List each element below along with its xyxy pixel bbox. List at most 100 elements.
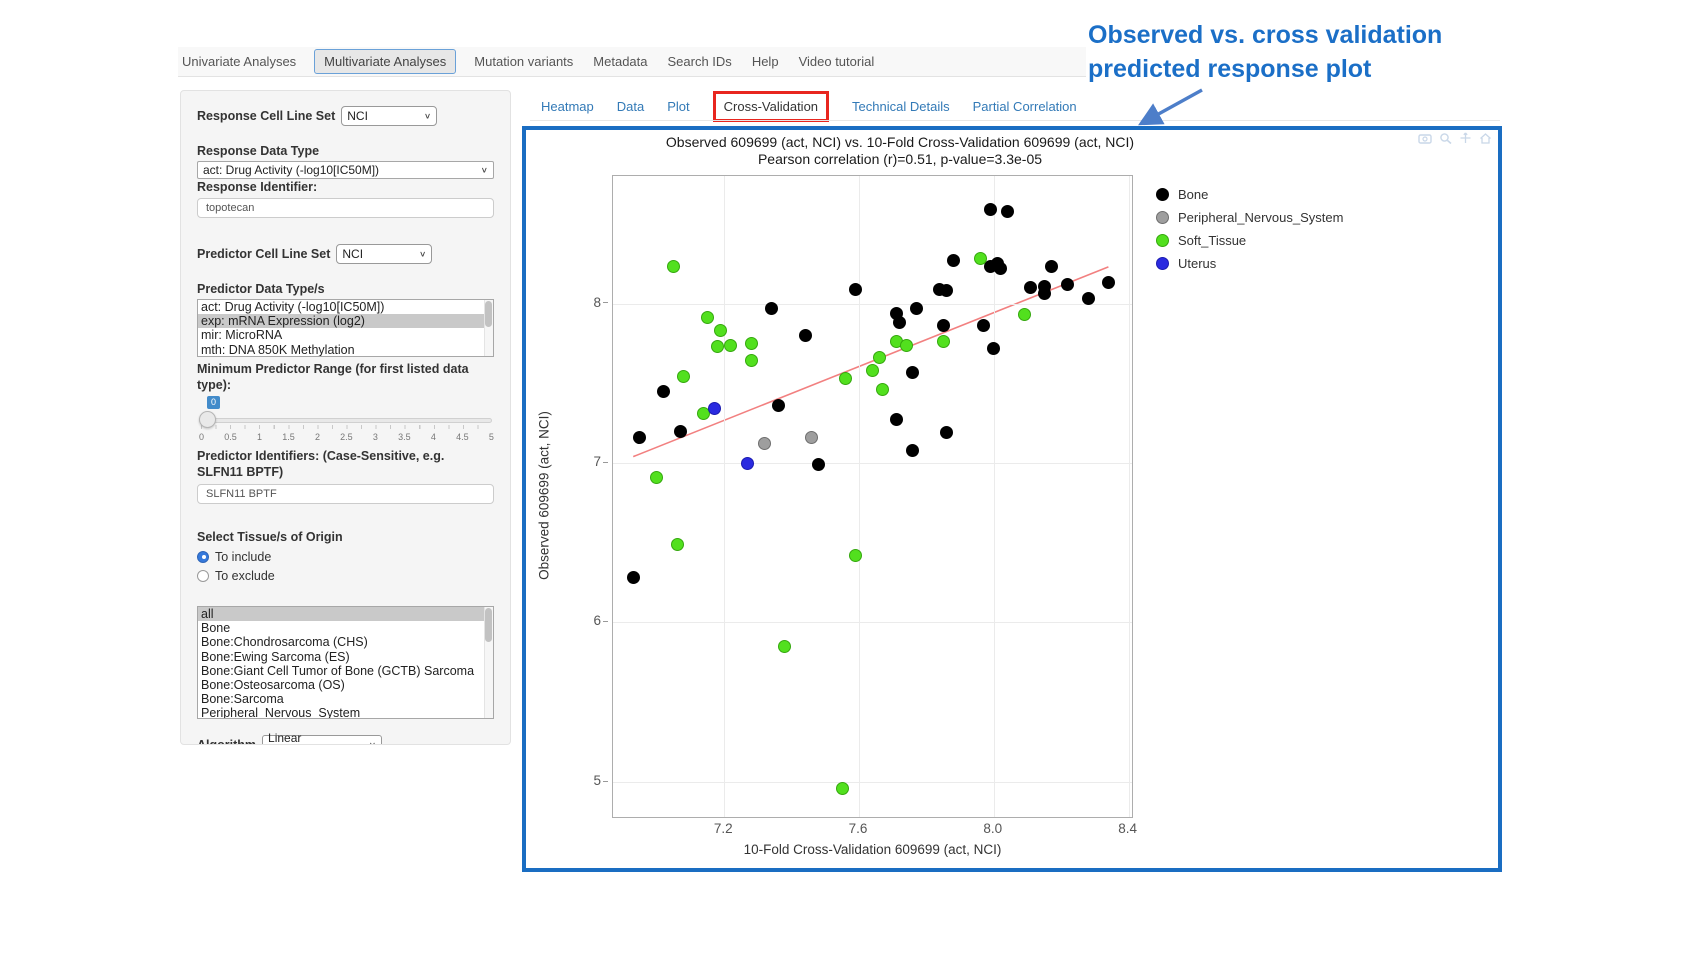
tissue-option-bone-giant-cell-tumor-of-bone-gctb-sarcoma[interactable]: Bone:Giant Cell Tumor of Bone (GCTB) Sar… bbox=[198, 664, 493, 678]
data-point-bone[interactable] bbox=[657, 385, 670, 398]
data-point-soft-tissue[interactable] bbox=[724, 339, 737, 352]
top-navigation: Univariate Analyses Multivariate Analyses… bbox=[178, 47, 1086, 77]
slider-handle[interactable] bbox=[199, 411, 216, 428]
data-point-bone[interactable] bbox=[772, 399, 785, 412]
nav-tab-video-tutorial[interactable]: Video tutorial bbox=[797, 50, 877, 73]
tab-plot[interactable]: Plot bbox=[667, 94, 689, 119]
response-data-type-select[interactable]: act: Drug Activity (-log10[IC50M]) ∨ bbox=[197, 161, 494, 179]
tab-heatmap[interactable]: Heatmap bbox=[541, 94, 594, 119]
tissue-option-bone-ewing-sarcoma-es[interactable]: Bone:Ewing Sarcoma (ES) bbox=[198, 650, 493, 664]
scrollbar[interactable] bbox=[484, 607, 493, 718]
legend-label: Soft_Tissue bbox=[1178, 233, 1246, 248]
response-cell-line-set-value: NCI bbox=[347, 109, 368, 123]
tab-cross-validation[interactable]: Cross-Validation bbox=[713, 91, 829, 122]
tissue-option-bone-sarcoma[interactable]: Bone:Sarcoma bbox=[198, 692, 493, 706]
radio-to-include[interactable]: To include bbox=[197, 547, 494, 566]
data-point-bone[interactable] bbox=[910, 302, 923, 315]
data-point-bone[interactable] bbox=[906, 366, 919, 379]
response-data-type-value: act: Drug Activity (-log10[IC50M]) bbox=[203, 163, 379, 177]
tissue-option-bone-chondrosarcoma-chs[interactable]: Bone:Chondrosarcoma (CHS) bbox=[198, 635, 493, 649]
nav-tab-univariate-analyses[interactable]: Univariate Analyses bbox=[180, 50, 298, 73]
predictor-identifiers-label: Predictor Identifiers: (Case-Sensitive, … bbox=[197, 448, 487, 480]
plot-area[interactable] bbox=[612, 175, 1133, 818]
data-point-bone[interactable] bbox=[890, 413, 903, 426]
data-point-soft-tissue[interactable] bbox=[745, 337, 758, 350]
scrollbar-thumb[interactable] bbox=[485, 301, 492, 327]
predictor-data-type-option-act-drug-activity-log10-ic50m[interactable]: act: Drug Activity (-log10[IC50M]) bbox=[198, 300, 493, 314]
data-point-bone[interactable] bbox=[1045, 260, 1058, 273]
tissue-option-bone-osteosarcoma-os[interactable]: Bone:Osteosarcoma (OS) bbox=[198, 678, 493, 692]
gridline-horizontal bbox=[613, 304, 1132, 305]
data-point-soft-tissue[interactable] bbox=[711, 340, 724, 353]
scrollbar-thumb[interactable] bbox=[485, 608, 492, 642]
camera-icon[interactable] bbox=[1418, 132, 1432, 144]
tissue-option-bone[interactable]: Bone bbox=[198, 621, 493, 635]
slider-track[interactable] bbox=[199, 418, 492, 423]
response-cell-line-set-select[interactable]: NCI ∨ bbox=[341, 106, 437, 126]
nav-tab-metadata[interactable]: Metadata bbox=[591, 50, 649, 73]
data-point-soft-tissue[interactable] bbox=[671, 538, 684, 551]
tissue-option-all[interactable]: all bbox=[198, 607, 493, 621]
pan-icon[interactable] bbox=[1459, 132, 1472, 144]
legend-marker-icon bbox=[1156, 234, 1169, 247]
home-icon[interactable] bbox=[1479, 132, 1492, 144]
nav-tab-help[interactable]: Help bbox=[750, 50, 781, 73]
data-point-bone[interactable] bbox=[984, 203, 997, 216]
radio-to-exclude[interactable]: To exclude bbox=[197, 566, 494, 585]
data-point-soft-tissue[interactable] bbox=[900, 339, 913, 352]
app-root: Univariate Analyses Multivariate Analyses… bbox=[0, 0, 1700, 956]
radio-button-icon[interactable] bbox=[197, 570, 209, 582]
zoom-icon[interactable] bbox=[1439, 132, 1452, 144]
predictor-data-type-option-exp-mrna-expression-log2[interactable]: exp: mRNA Expression (log2) bbox=[198, 314, 493, 328]
slider-tick-labels: 00.511.522.533.544.55 bbox=[199, 432, 494, 442]
tissue-origin-list[interactable]: allBoneBone:Chondrosarcoma (CHS)Bone:Ewi… bbox=[197, 606, 494, 719]
data-point-soft-tissue[interactable] bbox=[1018, 308, 1031, 321]
algorithm-select[interactable]: Linear Regression ∨ bbox=[262, 735, 382, 745]
legend-item-bone: Bone bbox=[1156, 183, 1343, 206]
predictor-data-type-option-mth-dna-850k-methylation[interactable]: mth: DNA 850K Methylation bbox=[198, 343, 493, 357]
response-data-type-label: Response Data Type bbox=[197, 143, 494, 159]
tab-partial-correlation[interactable]: Partial Correlation bbox=[973, 94, 1077, 119]
tab-data[interactable]: Data bbox=[617, 94, 644, 119]
data-point-bone[interactable] bbox=[799, 329, 812, 342]
min-predictor-range-slider[interactable]: 0 00.511.522.533.544.55 bbox=[197, 396, 494, 442]
predictor-cell-line-set-select[interactable]: NCI ∨ bbox=[336, 244, 432, 264]
min-predictor-range-label: Minimum Predictor Range (for first liste… bbox=[197, 361, 477, 393]
data-point-bone[interactable] bbox=[849, 283, 862, 296]
gridline-horizontal bbox=[613, 782, 1132, 783]
tissue-option-peripheral-nervous-system[interactable]: Peripheral_Nervous_System bbox=[198, 706, 493, 719]
data-point-soft-tissue[interactable] bbox=[866, 364, 879, 377]
data-point-soft-tissue[interactable] bbox=[873, 351, 886, 364]
nav-tab-multivariate-analyses[interactable]: Multivariate Analyses bbox=[314, 49, 456, 74]
data-point-soft-tissue[interactable] bbox=[836, 782, 849, 795]
tissue-origin-label: Select Tissue/s of Origin bbox=[197, 529, 494, 545]
data-point-bone[interactable] bbox=[947, 254, 960, 267]
nav-tab-search-ids[interactable]: Search IDs bbox=[666, 50, 734, 73]
chart-title: Observed 609699 (act, NCI) vs. 10-Fold C… bbox=[526, 134, 1274, 150]
data-point-bone[interactable] bbox=[994, 262, 1007, 275]
data-point-soft-tissue[interactable] bbox=[839, 372, 852, 385]
nav-tab-mutation-variants[interactable]: Mutation variants bbox=[472, 50, 575, 73]
data-point-bone[interactable] bbox=[674, 425, 687, 438]
data-point-bone[interactable] bbox=[987, 342, 1000, 355]
sidebar-panel: Response Cell Line Set NCI ∨ Response Da… bbox=[180, 90, 511, 745]
x-tick-label: 7.2 bbox=[714, 821, 733, 836]
predictor-data-type-list[interactable]: act: Drug Activity (-log10[IC50M])exp: m… bbox=[197, 299, 494, 357]
predictor-identifiers-input[interactable]: SLFN11 BPTF bbox=[197, 484, 494, 504]
x-axis-ticks: 7.27.68.08.4 bbox=[612, 821, 1133, 839]
radio-button-icon[interactable] bbox=[197, 551, 209, 563]
data-point-uterus[interactable] bbox=[741, 457, 754, 470]
predictor-data-type-option-mir-microrna[interactable]: mir: MicroRNA bbox=[198, 328, 493, 342]
data-point-uterus[interactable] bbox=[708, 402, 721, 415]
chart-subtitle: Pearson correlation (r)=0.51, p-value=3.… bbox=[526, 151, 1274, 167]
x-axis-label: 10-Fold Cross-Validation 609699 (act, NC… bbox=[612, 842, 1133, 857]
legend-item-soft-tissue: Soft_Tissue bbox=[1156, 229, 1343, 252]
response-identifier-input[interactable]: topotecan bbox=[197, 198, 494, 218]
tab-technical-details[interactable]: Technical Details bbox=[852, 94, 950, 119]
scrollbar[interactable] bbox=[484, 300, 493, 356]
tissue-origin-radio-group: To includeTo exclude bbox=[197, 547, 494, 585]
data-point-bone[interactable] bbox=[1082, 292, 1095, 305]
data-point-bone[interactable] bbox=[1001, 205, 1014, 218]
data-point-bone[interactable] bbox=[627, 571, 640, 584]
data-point-bone[interactable] bbox=[765, 302, 778, 315]
